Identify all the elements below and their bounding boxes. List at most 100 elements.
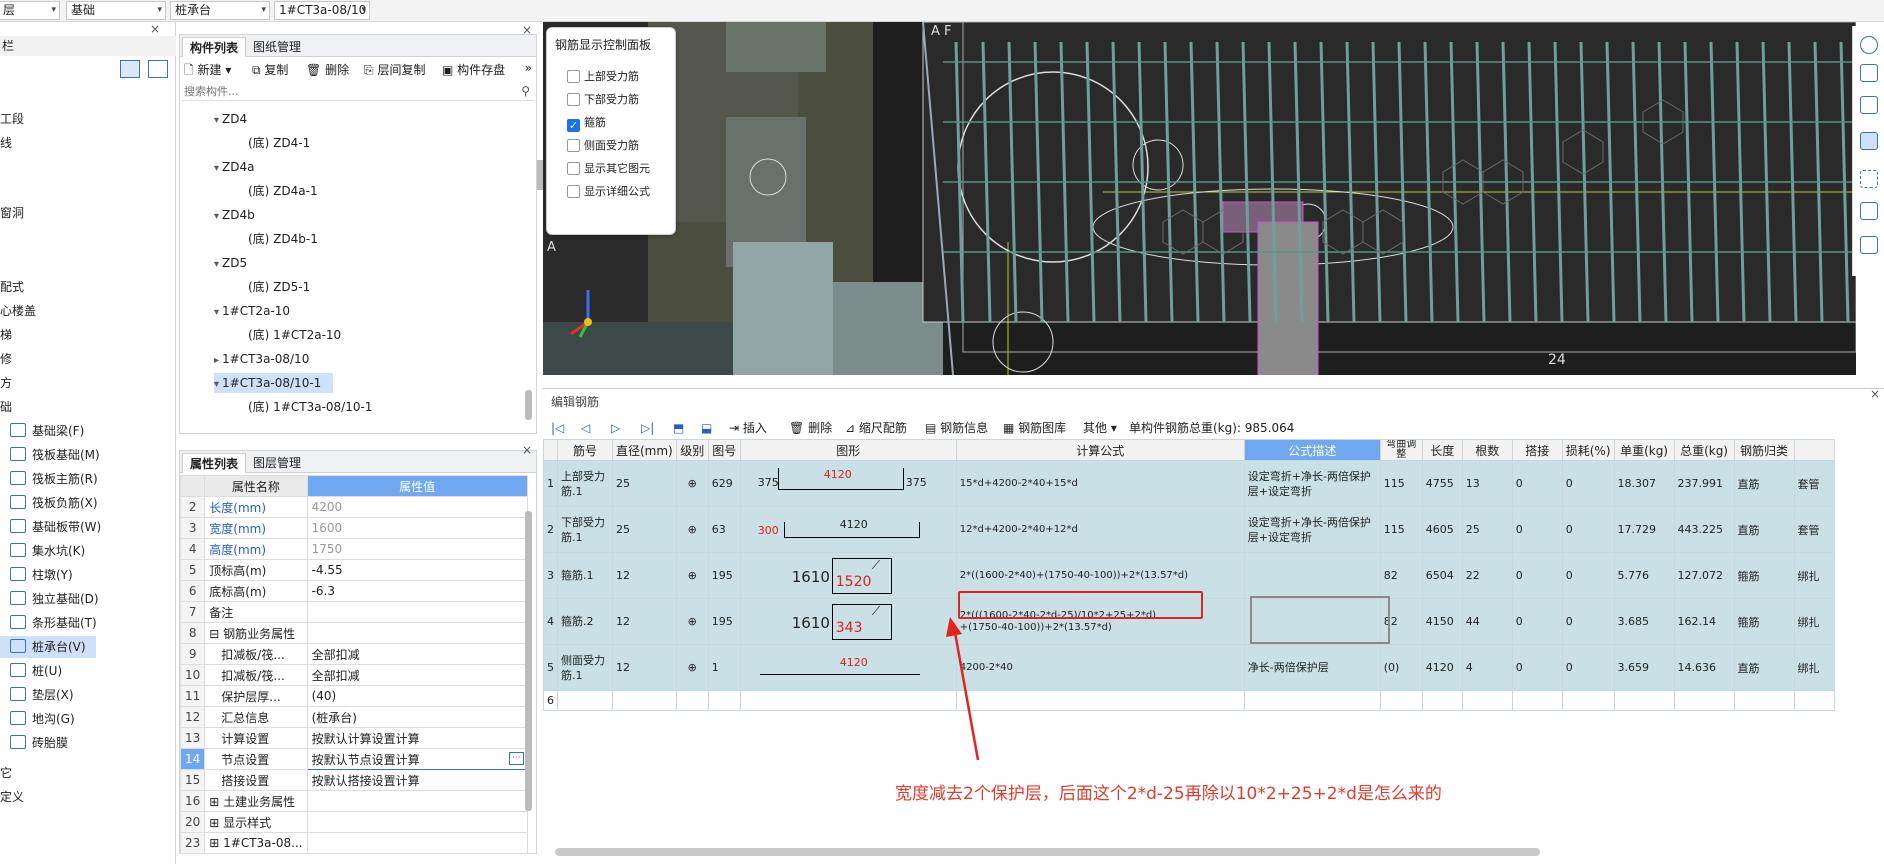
save-component-button[interactable]: ▣ 构件存盘 — [442, 61, 505, 79]
property-row[interactable]: 12 汇总信息 (桩承台) — [179, 706, 528, 728]
close-icon[interactable]: × — [150, 22, 160, 36]
property-value[interactable]: (桩承台) — [306, 706, 528, 728]
header-cell[interactable]: 钢筋归类 — [1733, 439, 1795, 461]
connection-type[interactable]: 绑扎 — [1793, 644, 1835, 691]
nav-item-foundation[interactable]: 柱墩(Y) — [0, 564, 73, 586]
empty-cell[interactable] — [675, 690, 709, 711]
tree-node[interactable]: (底) ZD4-1 — [248, 133, 310, 153]
chevron-down-icon[interactable]: ▾ — [214, 211, 219, 222]
rebar-category[interactable]: 箍筋 — [1733, 598, 1795, 645]
rebar-count[interactable]: 25 — [1461, 506, 1513, 553]
rebar-row[interactable]: 2 下部受力筋.1 25 ⊕ 63 300 4120 12*d+4200-2*40+12*d 设… — [543, 506, 1835, 553]
bend-adjust[interactable]: 115 — [1379, 506, 1423, 553]
formula-description[interactable]: 设定弯折+净长-两倍保护层+设定弯折 — [1243, 460, 1381, 507]
connection-type[interactable]: 套管 — [1793, 460, 1835, 507]
nav-item[interactable]: 心楼盖 — [0, 300, 36, 322]
property-value[interactable]: 按默认节点设置计算 ··· — [306, 748, 528, 770]
property-row[interactable]: 11 保护层厚... (40) — [179, 685, 528, 707]
empty-row[interactable]: 6 — [543, 690, 1835, 711]
property-value[interactable] — [306, 601, 528, 623]
nav-item-foundation[interactable]: 基础梁(F) — [0, 420, 84, 442]
header-cell[interactable]: 公式描述 — [1243, 439, 1381, 461]
new-button[interactable]: 🗋 新建 ▾ — [184, 61, 231, 79]
component-select[interactable]: 1#CT3a-08/10 ▾ — [274, 1, 370, 20]
nav-item-foundation[interactable]: 集水坑(K) — [0, 540, 85, 562]
nav-item[interactable]: 定义 — [0, 786, 24, 808]
total-weight[interactable]: 237.991 — [1673, 460, 1735, 507]
formula-cell[interactable]: 15*d+4200-2*40+15*d — [955, 460, 1245, 507]
property-row[interactable]: 3 宽度(mm) 1600 — [179, 517, 528, 539]
solid-box-icon[interactable] — [1860, 132, 1878, 150]
rebar-category[interactable]: 直筋 — [1733, 644, 1795, 691]
loss-rate[interactable]: 0 — [1561, 598, 1615, 645]
figure-number[interactable]: 195 — [707, 552, 741, 599]
bend-adjust[interactable]: 82 — [1379, 552, 1423, 599]
figure-number[interactable]: 195 — [707, 598, 741, 645]
empty-cell[interactable] — [1243, 690, 1381, 711]
property-value[interactable] — [306, 790, 528, 812]
bend-adjust[interactable]: 115 — [1379, 460, 1423, 507]
property-row[interactable]: 7 备注 — [179, 601, 528, 623]
tab-drawing-management[interactable]: 图纸管理 — [246, 37, 308, 57]
formula-description[interactable]: 净长-两倍保护层 — [1243, 644, 1381, 691]
property-row[interactable]: 5 顶标高(m) -4.55 — [179, 559, 528, 581]
header-cell[interactable]: 图号 — [707, 439, 741, 461]
tree-node[interactable]: (底) 1#CT3a-08/10-1 — [248, 397, 372, 417]
unit-weight[interactable]: 3.659 — [1613, 644, 1675, 691]
rebar-diameter[interactable]: 12 — [612, 598, 677, 645]
list-view-icon[interactable] — [120, 60, 140, 78]
property-row[interactable]: 13 计算设置 按默认计算设置计算 — [179, 727, 528, 749]
move-down-icon[interactable]: ⬓ — [701, 419, 712, 437]
prev-record-icon[interactable]: ◁ — [581, 419, 590, 437]
rebar-row[interactable]: 1 上部受力筋.1 25 ⊕ 629 375 4120 375 15*d+4200-2*40+1… — [543, 460, 1835, 507]
figure-number[interactable]: 63 — [707, 506, 741, 553]
rebar-diameter[interactable]: 12 — [612, 644, 677, 691]
header-cell[interactable]: 损耗(%) — [1561, 439, 1615, 461]
property-row[interactable]: 16 ⊞ 土建业务属性 — [179, 790, 528, 812]
empty-cell[interactable] — [1733, 690, 1795, 711]
category-select[interactable]: 基础 ▾ — [66, 1, 166, 20]
loss-rate[interactable]: 0 — [1561, 644, 1615, 691]
property-value[interactable]: 1750 — [306, 538, 528, 560]
empty-cell[interactable] — [739, 690, 957, 711]
figure-number[interactable]: 1 — [707, 644, 741, 691]
more-icon[interactable]: » — [525, 61, 532, 75]
next-record-icon[interactable]: ▷ — [611, 419, 620, 437]
floor-copy-button[interactable]: ⎘ 层间复制 — [364, 61, 425, 79]
rebar-count[interactable]: 44 — [1461, 598, 1513, 645]
header-cell[interactable] — [1793, 439, 1835, 461]
rebar-name[interactable]: 上部受力筋.1 — [557, 460, 613, 507]
tree-node[interactable]: ▾ 1#CT2a-10 — [214, 301, 290, 321]
floor-select[interactable]: 层 ▾ — [0, 1, 60, 20]
header-cell[interactable]: 弯曲调整 — [1379, 439, 1423, 461]
property-value[interactable]: 按默认搭接设置计算 — [306, 769, 528, 791]
unit-weight[interactable]: 3.685 — [1613, 598, 1675, 645]
rebar-info-button[interactable]: ▤ 钢筋信息 — [925, 419, 988, 437]
nav-item-foundation[interactable]: 桩承台(V) — [0, 636, 96, 658]
tree-node[interactable]: (底) ZD4b-1 — [248, 229, 318, 249]
empty-cell[interactable] — [557, 690, 613, 711]
nav-item[interactable]: 窗洞 — [0, 202, 24, 224]
tab-component-list[interactable]: 构件列表 — [182, 37, 247, 57]
formula-cell[interactable]: 12*d+4200-2*40+12*d — [955, 506, 1245, 553]
property-value[interactable]: 按默认计算设置计算 — [306, 727, 528, 749]
header-cell[interactable]: 直径(mm) — [612, 439, 677, 461]
lap-count[interactable]: 0 — [1511, 460, 1563, 507]
rebar-count[interactable]: 22 — [1461, 552, 1513, 599]
nav-item-foundation[interactable]: 筏板基础(M) — [0, 444, 100, 466]
total-weight[interactable]: 443.225 — [1673, 506, 1735, 553]
connection-type[interactable]: 绑扎 — [1793, 598, 1835, 645]
scale-rebar-button[interactable]: ⊿ 缩尺配筋 — [845, 419, 907, 437]
rebar-category[interactable]: 箍筋 — [1733, 552, 1795, 599]
2d-view-icon[interactable] — [1860, 64, 1878, 82]
shape-cell[interactable]: 1610 1520 ⟋ — [739, 552, 957, 599]
lap-count[interactable]: 0 — [1511, 644, 1563, 691]
display-checkbox[interactable]: ✓ 箍筋 — [567, 114, 606, 132]
shape-cell[interactable]: 300 4120 — [739, 506, 957, 553]
rebar-name[interactable]: 下部受力筋.1 — [557, 506, 613, 553]
tree-node[interactable]: (底) ZD4a-1 — [248, 181, 318, 201]
nav-item-foundation[interactable]: 独立基础(D) — [0, 588, 99, 610]
nav-item[interactable]: 工段 — [0, 108, 24, 130]
header-cell[interactable]: 单重(kg) — [1613, 439, 1675, 461]
header-cell[interactable]: 级别 — [675, 439, 709, 461]
